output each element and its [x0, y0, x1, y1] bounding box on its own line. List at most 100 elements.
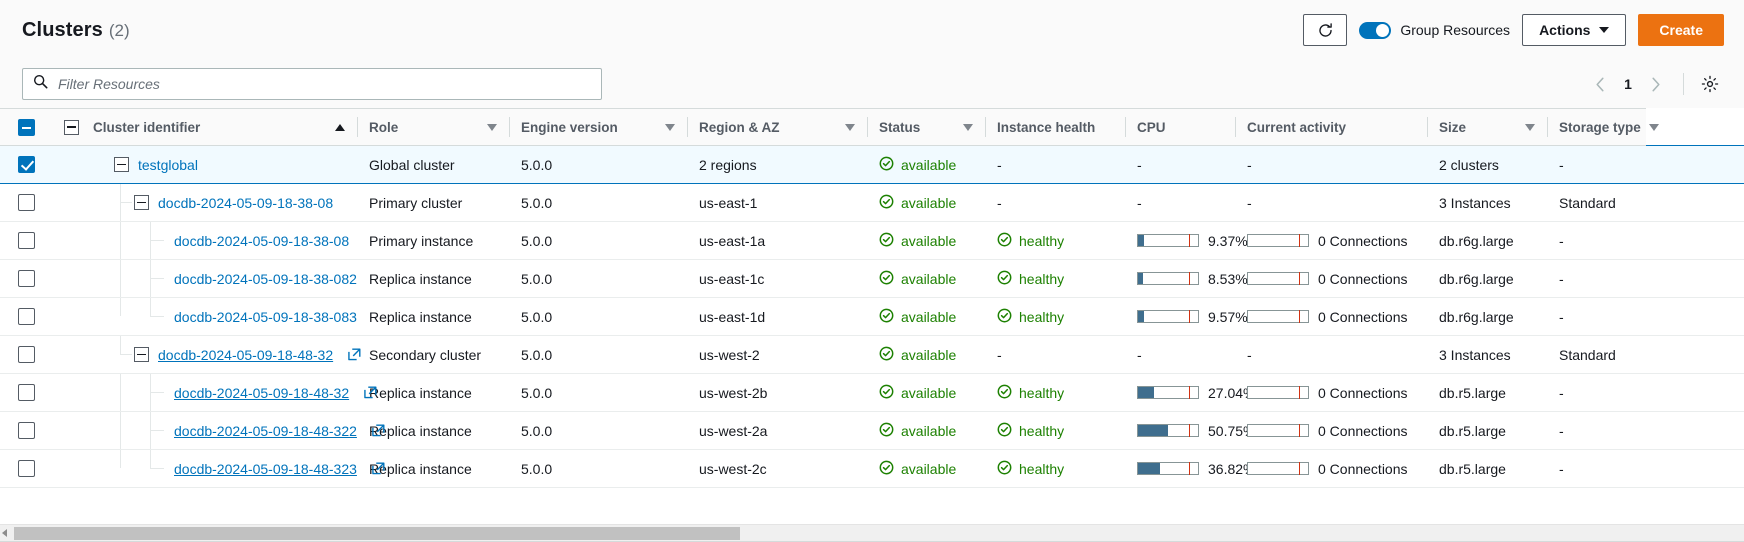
meter-cell: 9.57% [1125, 298, 1235, 336]
meter-cell: 50.75% [1125, 412, 1235, 450]
table-row[interactable]: docdb-2024-05-09-18-48-32 Replica instanc… [0, 374, 1744, 412]
cluster-identifier-cell: docdb-2024-05-09-18-48-32 [52, 374, 357, 412]
table-row[interactable]: docdb-2024-05-09-18-38-08Primary cluster… [0, 184, 1744, 222]
prev-page-button[interactable] [1585, 69, 1615, 99]
cluster-identifier-link[interactable]: docdb-2024-05-09-18-48-322 [174, 423, 357, 439]
column-header-cpu[interactable]: CPU [1125, 109, 1235, 146]
page-title-group: Clusters(2) [22, 19, 130, 42]
search-input[interactable] [56, 75, 591, 93]
storage-type-cell: Standard [1547, 184, 1646, 222]
column-header-region-az[interactable]: Region & AZ [687, 109, 867, 146]
cluster-identifier-link[interactable]: docdb-2024-05-09-18-38-082 [174, 271, 357, 287]
chevron-left-icon [1595, 77, 1605, 92]
cluster-identifier-cell: docdb-2024-05-09-18-48-32 [52, 336, 357, 374]
column-header-current-activity[interactable]: Current activity [1235, 109, 1427, 146]
status-check-icon [997, 270, 1012, 288]
row-select-cell[interactable] [0, 450, 52, 488]
column-header-size[interactable]: Size [1427, 109, 1547, 146]
cluster-identifier-link[interactable]: docdb-2024-05-09-18-48-323 [174, 461, 357, 477]
column-label: Storage type [1559, 120, 1641, 135]
table-row[interactable]: docdb-2024-05-09-18-38-082Replica instan… [0, 260, 1744, 298]
role-cell: Replica instance [357, 374, 509, 412]
settings-button[interactable] [1696, 70, 1724, 98]
refresh-button[interactable] [1303, 14, 1347, 46]
create-button[interactable]: Create [1638, 14, 1724, 46]
cluster-identifier-cell: testglobal [52, 146, 357, 184]
sort-icon [963, 124, 973, 131]
external-link-icon[interactable] [364, 386, 377, 399]
table-row[interactable]: docdb-2024-05-09-18-38-083Replica instan… [0, 298, 1744, 336]
spacer-cell [1646, 412, 1744, 450]
spacer-cell [1646, 146, 1744, 184]
cluster-identifier-link[interactable]: testglobal [138, 157, 198, 173]
status-text: healthy [1019, 309, 1064, 325]
row-checkbox[interactable] [18, 308, 35, 325]
column-header-storage-type[interactable]: Storage type [1547, 109, 1646, 146]
status-check-icon [879, 232, 894, 250]
row-checkbox[interactable] [18, 384, 35, 401]
row-select-cell[interactable] [0, 222, 52, 260]
table-row[interactable]: docdb-2024-05-09-18-38-08Primary instanc… [0, 222, 1744, 260]
row-expander-icon[interactable] [134, 195, 149, 210]
group-resources-toggle[interactable]: Group Resources [1359, 22, 1510, 39]
collapse-all-icon[interactable] [64, 120, 79, 135]
next-page-button[interactable] [1641, 69, 1671, 99]
cluster-identifier-link[interactable]: docdb-2024-05-09-18-38-08 [174, 233, 349, 249]
cluster-identifier-cell: docdb-2024-05-09-18-38-08 [52, 222, 357, 260]
column-header-status[interactable]: Status [867, 109, 985, 146]
table-row[interactable]: testglobalGlobal cluster5.0.02 regionsav… [0, 146, 1744, 184]
external-link-icon[interactable] [372, 462, 385, 475]
column-header-engine-version[interactable]: Engine version [509, 109, 687, 146]
row-expander-icon[interactable] [134, 347, 149, 362]
sort-icon [1525, 124, 1535, 131]
row-checkbox[interactable] [18, 232, 35, 249]
search-box[interactable] [22, 68, 602, 100]
size-cell: db.r5.large [1427, 374, 1547, 412]
scroll-left-icon[interactable] [2, 529, 7, 537]
row-select-cell[interactable] [0, 260, 52, 298]
select-all-checkbox[interactable] [18, 119, 35, 136]
cluster-identifier-link[interactable]: docdb-2024-05-09-18-38-08 [158, 195, 333, 211]
column-label: Cluster identifier [93, 120, 200, 135]
select-all-header[interactable] [0, 109, 52, 146]
region-az-cell: us-east-1c [687, 260, 867, 298]
external-link-icon[interactable] [348, 348, 361, 361]
row-select-cell[interactable] [0, 146, 52, 184]
horizontal-scrollbar[interactable] [0, 524, 1744, 541]
status-text: healthy [1019, 461, 1064, 477]
row-select-cell[interactable] [0, 184, 52, 222]
row-checkbox[interactable] [18, 194, 35, 211]
cluster-identifier-link[interactable]: docdb-2024-05-09-18-38-083 [174, 309, 357, 325]
page-number[interactable]: 1 [1617, 76, 1639, 92]
row-checkbox[interactable] [18, 156, 35, 173]
size-cell: 3 Instances [1427, 336, 1547, 374]
row-checkbox[interactable] [18, 460, 35, 477]
table-row[interactable]: docdb-2024-05-09-18-48-322Replica instan… [0, 412, 1744, 450]
row-checkbox[interactable] [18, 346, 35, 363]
instance-health-cell: healthy [985, 298, 1125, 336]
table-row[interactable]: docdb-2024-05-09-18-48-32Secondary clust… [0, 336, 1744, 374]
row-checkbox[interactable] [18, 422, 35, 439]
cluster-identifier-link[interactable]: docdb-2024-05-09-18-48-32 [158, 347, 333, 363]
filter-bar: 1 [0, 60, 1744, 108]
row-select-cell[interactable] [0, 336, 52, 374]
actions-button[interactable]: Actions [1522, 14, 1626, 46]
row-select-cell[interactable] [0, 412, 52, 450]
column-header-instance-health[interactable]: Instance health [985, 109, 1125, 146]
toggle-switch[interactable] [1359, 22, 1391, 39]
external-link-icon[interactable] [372, 424, 385, 437]
column-header-cluster-identifier[interactable]: Cluster identifier [52, 109, 357, 146]
table-row[interactable]: docdb-2024-05-09-18-48-323Replica instan… [0, 450, 1744, 488]
spacer-cell [1646, 222, 1744, 260]
row-checkbox[interactable] [18, 270, 35, 287]
scrollbar-thumb[interactable] [14, 527, 740, 540]
cluster-identifier-link[interactable]: docdb-2024-05-09-18-48-32 [174, 385, 349, 401]
column-header-role[interactable]: Role [357, 109, 509, 146]
sort-ascending-icon [335, 124, 345, 131]
row-expander-icon[interactable] [114, 157, 129, 172]
row-select-cell[interactable] [0, 298, 52, 336]
status-check-icon [997, 384, 1012, 402]
engine-version-cell: 5.0.0 [509, 450, 687, 488]
row-select-cell[interactable] [0, 374, 52, 412]
empty-value: - [1137, 195, 1142, 211]
